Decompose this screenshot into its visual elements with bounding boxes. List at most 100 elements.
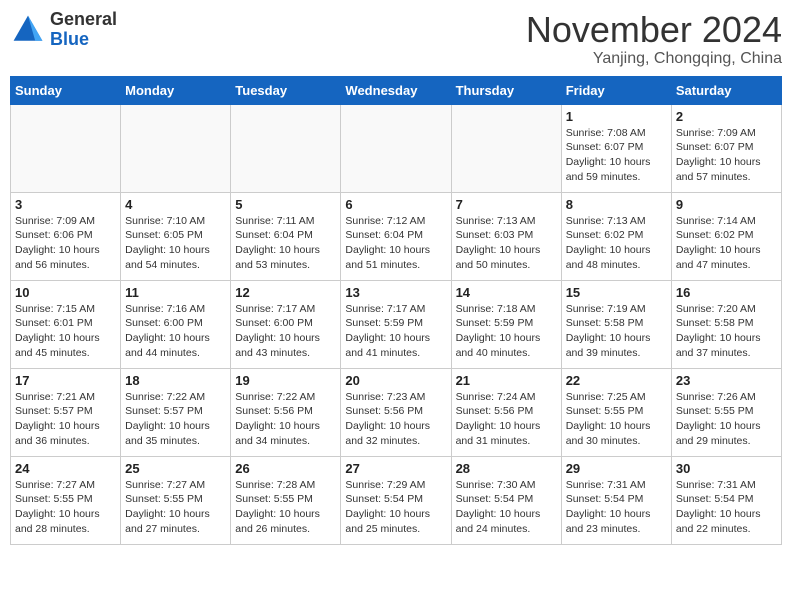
- week-row-1: 1 Sunrise: 7:08 AMSunset: 6:07 PMDaylight…: [11, 104, 782, 192]
- day-number: 21: [456, 373, 557, 388]
- day-info: Sunrise: 7:17 AMSunset: 5:59 PMDaylight:…: [345, 302, 446, 361]
- calendar-cell: 26Sunrise: 7:28 AMSunset: 5:55 PMDayligh…: [231, 456, 341, 544]
- calendar-cell: 7 Sunrise: 7:13 AMSunset: 6:03 PMDaylight…: [451, 192, 561, 280]
- day-number: 10: [15, 285, 116, 300]
- calendar-cell: 15 Sunrise: 7:19 AMSunset: 5:58 PMDayligh…: [561, 280, 671, 368]
- week-row-3: 10 Sunrise: 7:15 AMSunset: 6:01 PMDayligh…: [11, 280, 782, 368]
- logo: General Blue: [10, 10, 117, 50]
- calendar-cell: 12 Sunrise: 7:17 AMSunset: 6:00 PMDayligh…: [231, 280, 341, 368]
- day-number: 19: [235, 373, 336, 388]
- calendar-cell: 5Sunrise: 7:11 AMSunset: 6:04 PMDaylight…: [231, 192, 341, 280]
- day-number: 14: [456, 285, 557, 300]
- week-row-2: 3 Sunrise: 7:09 AMSunset: 6:06 PMDaylight…: [11, 192, 782, 280]
- day-info: Sunrise: 7:08 AMSunset: 6:07 PMDaylight:…: [566, 126, 667, 185]
- weekday-header-friday: Friday: [561, 76, 671, 104]
- day-info: Sunrise: 7:29 AMSunset: 5:54 PMDaylight:…: [345, 478, 446, 537]
- day-number: 12: [235, 285, 336, 300]
- day-info: Sunrise: 7:12 AMSunset: 6:04 PMDaylight:…: [345, 214, 446, 273]
- calendar-cell: [341, 104, 451, 192]
- day-info: Sunrise: 7:19 AMSunset: 5:58 PMDaylight:…: [566, 302, 667, 361]
- calendar-cell: 8 Sunrise: 7:13 AMSunset: 6:02 PMDaylight…: [561, 192, 671, 280]
- month-title: November 2024: [526, 10, 782, 50]
- calendar-cell: [451, 104, 561, 192]
- calendar-cell: 19 Sunrise: 7:22 AMSunset: 5:56 PMDayligh…: [231, 368, 341, 456]
- day-number: 16: [676, 285, 777, 300]
- day-number: 24: [15, 461, 116, 476]
- weekday-header-wednesday: Wednesday: [341, 76, 451, 104]
- day-info: Sunrise: 7:13 AMSunset: 6:02 PMDaylight:…: [566, 214, 667, 273]
- calendar-cell: 9 Sunrise: 7:14 AMSunset: 6:02 PMDaylight…: [671, 192, 781, 280]
- day-info: Sunrise: 7:30 AMSunset: 5:54 PMDaylight:…: [456, 478, 557, 537]
- day-number: 6: [345, 197, 446, 212]
- day-info: Sunrise: 7:25 AMSunset: 5:55 PMDaylight:…: [566, 390, 667, 449]
- calendar-cell: 20 Sunrise: 7:23 AMSunset: 5:56 PMDayligh…: [341, 368, 451, 456]
- day-number: 26: [235, 461, 336, 476]
- calendar-cell: 13 Sunrise: 7:17 AMSunset: 5:59 PMDayligh…: [341, 280, 451, 368]
- day-info: Sunrise: 7:16 AMSunset: 6:00 PMDaylight:…: [125, 302, 226, 361]
- calendar-cell: 23 Sunrise: 7:26 AMSunset: 5:55 PMDayligh…: [671, 368, 781, 456]
- day-number: 28: [456, 461, 557, 476]
- day-info: Sunrise: 7:26 AMSunset: 5:55 PMDaylight:…: [676, 390, 777, 449]
- calendar-cell: [121, 104, 231, 192]
- logo-icon: [10, 12, 46, 48]
- day-info: Sunrise: 7:21 AMSunset: 5:57 PMDaylight:…: [15, 390, 116, 449]
- day-info: Sunrise: 7:31 AMSunset: 5:54 PMDaylight:…: [566, 478, 667, 537]
- day-info: Sunrise: 7:15 AMSunset: 6:01 PMDaylight:…: [15, 302, 116, 361]
- week-row-5: 24 Sunrise: 7:27 AMSunset: 5:55 PMDayligh…: [11, 456, 782, 544]
- title-area: November 2024 Yanjing, Chongqing, China: [526, 10, 782, 68]
- day-number: 8: [566, 197, 667, 212]
- calendar-cell: 14Sunrise: 7:18 AMSunset: 5:59 PMDayligh…: [451, 280, 561, 368]
- calendar-cell: 30Sunrise: 7:31 AMSunset: 5:54 PMDayligh…: [671, 456, 781, 544]
- weekday-header-monday: Monday: [121, 76, 231, 104]
- day-info: Sunrise: 7:22 AMSunset: 5:56 PMDaylight:…: [235, 390, 336, 449]
- day-info: Sunrise: 7:20 AMSunset: 5:58 PMDaylight:…: [676, 302, 777, 361]
- calendar-cell: 10 Sunrise: 7:15 AMSunset: 6:01 PMDayligh…: [11, 280, 121, 368]
- day-number: 20: [345, 373, 446, 388]
- calendar-cell: 11Sunrise: 7:16 AMSunset: 6:00 PMDayligh…: [121, 280, 231, 368]
- calendar-cell: 3 Sunrise: 7:09 AMSunset: 6:06 PMDaylight…: [11, 192, 121, 280]
- day-number: 25: [125, 461, 226, 476]
- day-info: Sunrise: 7:27 AMSunset: 5:55 PMDaylight:…: [15, 478, 116, 537]
- calendar-cell: 18 Sunrise: 7:22 AMSunset: 5:57 PMDayligh…: [121, 368, 231, 456]
- day-info: Sunrise: 7:11 AMSunset: 6:04 PMDaylight:…: [235, 214, 336, 273]
- weekday-header-thursday: Thursday: [451, 76, 561, 104]
- day-number: 13: [345, 285, 446, 300]
- calendar-cell: 29 Sunrise: 7:31 AMSunset: 5:54 PMDayligh…: [561, 456, 671, 544]
- calendar-cell: 28 Sunrise: 7:30 AMSunset: 5:54 PMDayligh…: [451, 456, 561, 544]
- day-info: Sunrise: 7:13 AMSunset: 6:03 PMDaylight:…: [456, 214, 557, 273]
- day-number: 17: [15, 373, 116, 388]
- week-row-4: 17 Sunrise: 7:21 AMSunset: 5:57 PMDayligh…: [11, 368, 782, 456]
- weekday-header-saturday: Saturday: [671, 76, 781, 104]
- day-number: 30: [676, 461, 777, 476]
- weekday-header-sunday: Sunday: [11, 76, 121, 104]
- day-number: 1: [566, 109, 667, 124]
- weekday-header-row: SundayMondayTuesdayWednesdayThursdayFrid…: [11, 76, 782, 104]
- day-info: Sunrise: 7:24 AMSunset: 5:56 PMDaylight:…: [456, 390, 557, 449]
- day-info: Sunrise: 7:10 AMSunset: 6:05 PMDaylight:…: [125, 214, 226, 273]
- day-number: 23: [676, 373, 777, 388]
- calendar-cell: 24 Sunrise: 7:27 AMSunset: 5:55 PMDayligh…: [11, 456, 121, 544]
- day-info: Sunrise: 7:22 AMSunset: 5:57 PMDaylight:…: [125, 390, 226, 449]
- location-title: Yanjing, Chongqing, China: [526, 50, 782, 68]
- calendar-cell: 27Sunrise: 7:29 AMSunset: 5:54 PMDayligh…: [341, 456, 451, 544]
- day-number: 29: [566, 461, 667, 476]
- day-number: 9: [676, 197, 777, 212]
- calendar-cell: [231, 104, 341, 192]
- day-info: Sunrise: 7:23 AMSunset: 5:56 PMDaylight:…: [345, 390, 446, 449]
- weekday-header-tuesday: Tuesday: [231, 76, 341, 104]
- calendar-cell: 1 Sunrise: 7:08 AMSunset: 6:07 PMDaylight…: [561, 104, 671, 192]
- calendar-cell: 6 Sunrise: 7:12 AMSunset: 6:04 PMDaylight…: [341, 192, 451, 280]
- day-info: Sunrise: 7:27 AMSunset: 5:55 PMDaylight:…: [125, 478, 226, 537]
- day-number: 22: [566, 373, 667, 388]
- day-info: Sunrise: 7:17 AMSunset: 6:00 PMDaylight:…: [235, 302, 336, 361]
- logo-blue: Blue: [50, 30, 117, 50]
- day-info: Sunrise: 7:14 AMSunset: 6:02 PMDaylight:…: [676, 214, 777, 273]
- calendar-cell: 16 Sunrise: 7:20 AMSunset: 5:58 PMDayligh…: [671, 280, 781, 368]
- day-number: 15: [566, 285, 667, 300]
- day-number: 7: [456, 197, 557, 212]
- day-number: 3: [15, 197, 116, 212]
- calendar-cell: [11, 104, 121, 192]
- day-number: 18: [125, 373, 226, 388]
- day-info: Sunrise: 7:09 AMSunset: 6:06 PMDaylight:…: [15, 214, 116, 273]
- calendar-header: General Blue November 2024 Yanjing, Chon…: [10, 10, 782, 68]
